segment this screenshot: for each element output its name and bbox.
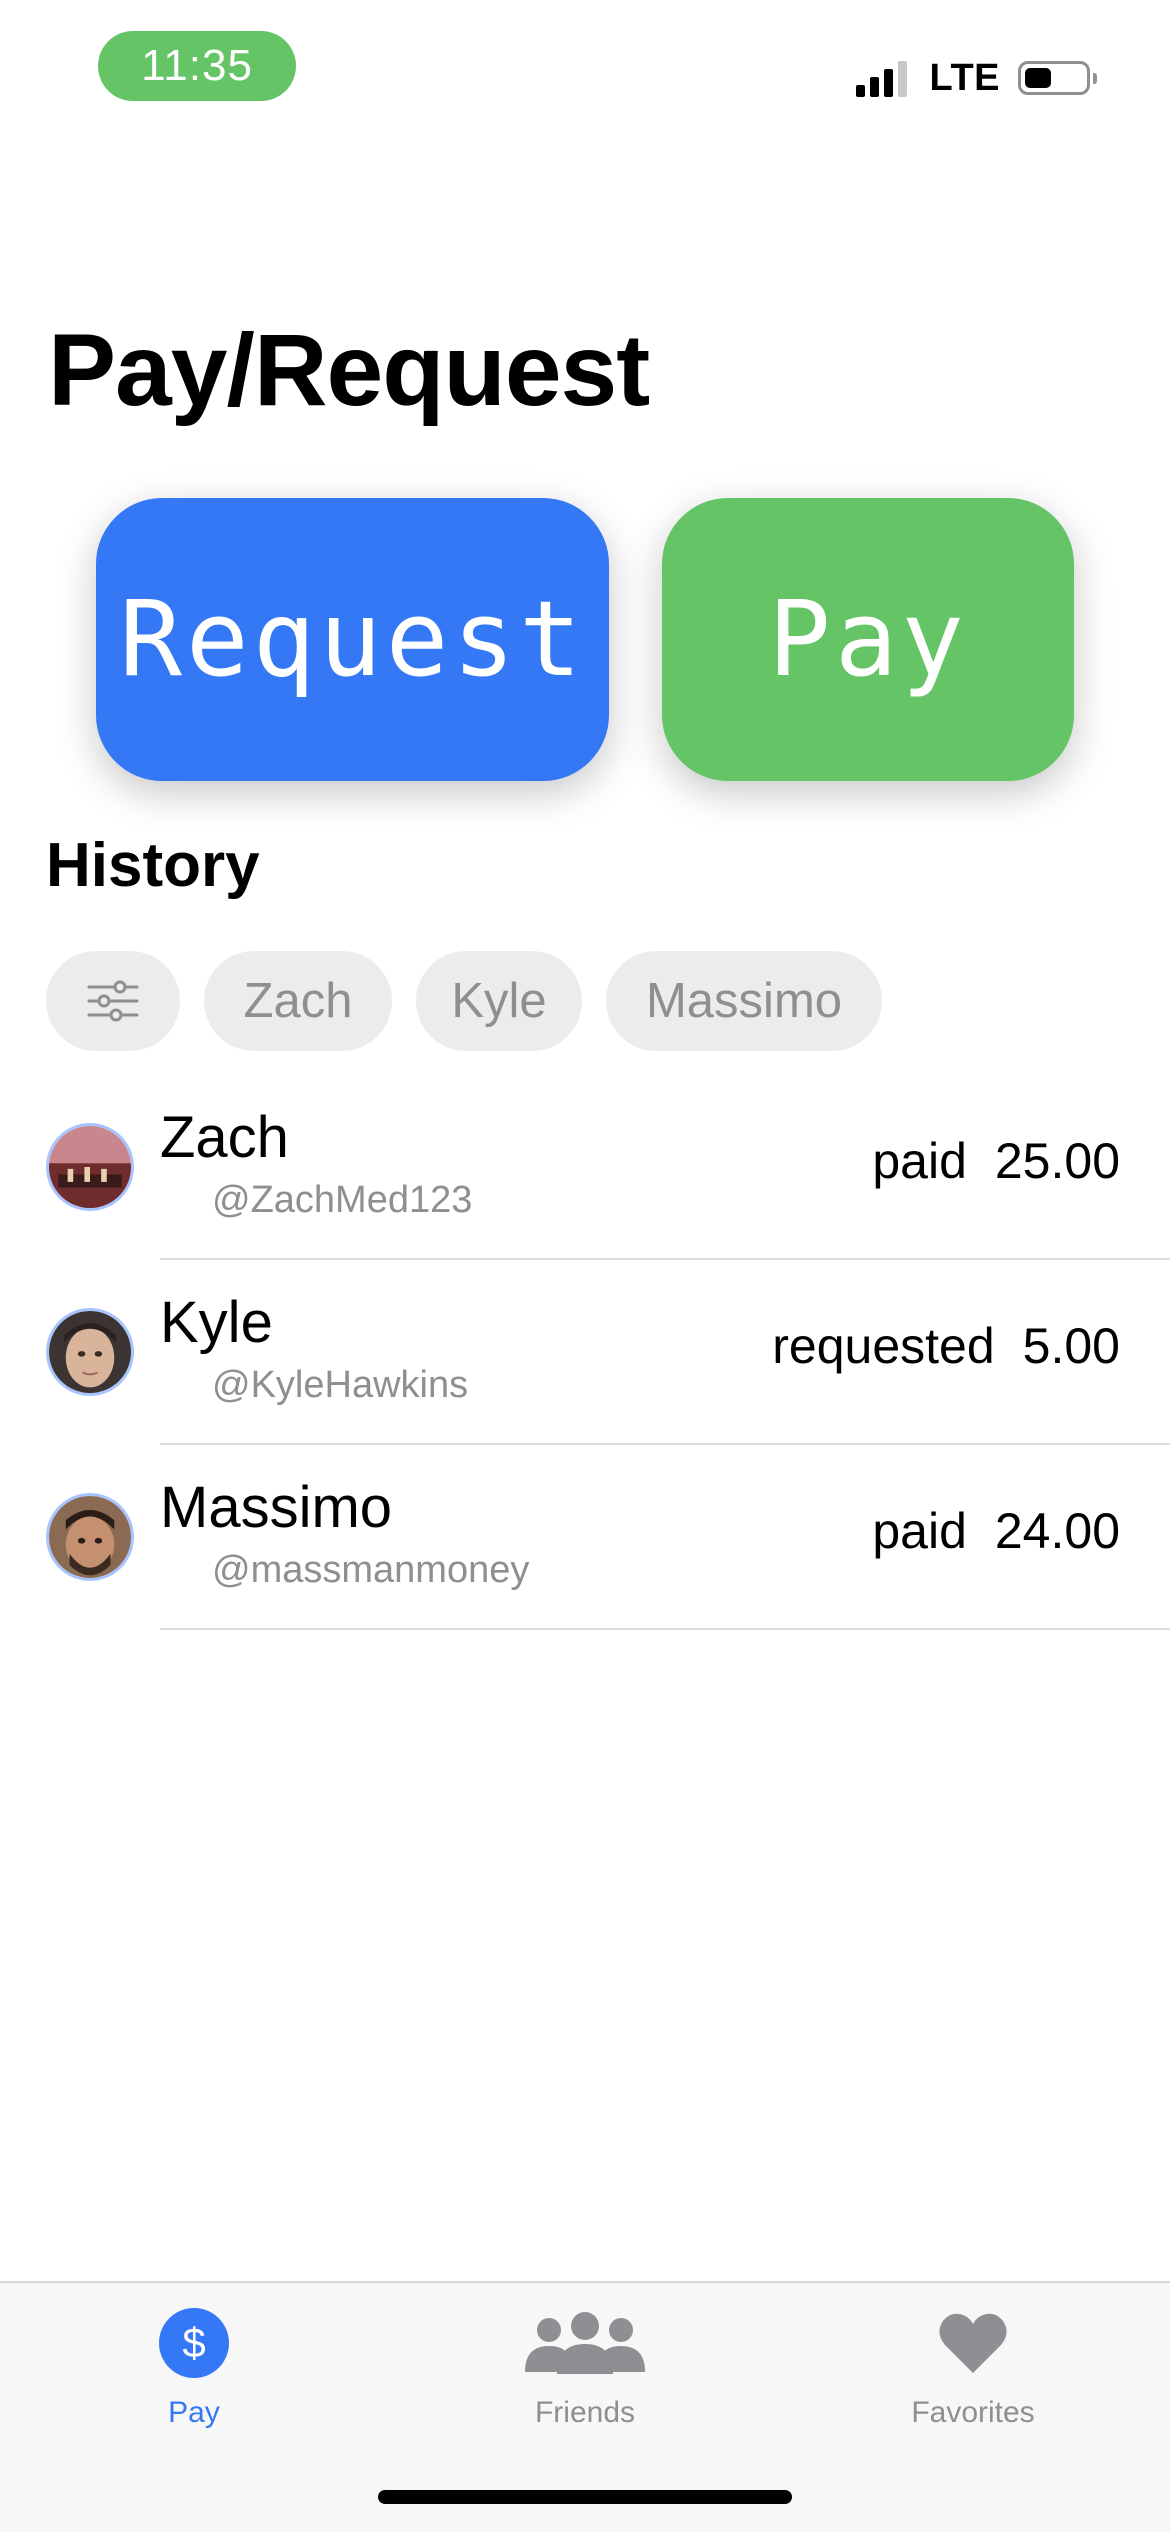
- transaction-amount: 24.00: [994, 1503, 1120, 1559]
- avatar: [46, 1493, 134, 1581]
- tab-pay[interactable]: $ Pay: [64, 2305, 324, 2433]
- tab-label: Friends: [534, 2396, 636, 2429]
- transaction-info: requested 5.00: [772, 1315, 1120, 1377]
- filter-chip-massimo[interactable]: Massimo: [606, 951, 882, 1051]
- request-button[interactable]: Request: [96, 498, 609, 781]
- people-icon: [525, 2312, 645, 2374]
- avatar-photo-icon: [49, 1311, 131, 1393]
- avatar-photo-icon: [49, 1496, 131, 1578]
- filter-button[interactable]: [46, 951, 180, 1051]
- history-list: Zach @ZachMed123 paid 25.00 Kyle @KyleHa…: [0, 1075, 1170, 1630]
- filter-chip-zach[interactable]: Zach: [204, 951, 392, 1051]
- history-filters: Zach Kyle Massimo: [46, 951, 906, 1051]
- avatar: [46, 1123, 134, 1211]
- contact-name: Kyle: [160, 1290, 273, 1355]
- history-row[interactable]: Zach @ZachMed123 paid 25.00: [0, 1075, 1170, 1260]
- history-row[interactable]: Massimo @massmanmoney paid 24.00: [0, 1445, 1170, 1630]
- home-indicator: [378, 2490, 792, 2504]
- contact-handle: @KyleHawkins: [212, 1364, 469, 1406]
- transaction-info: paid 24.00: [872, 1500, 1120, 1562]
- tab-friends[interactable]: Friends: [455, 2305, 715, 2433]
- transaction-info: paid 25.00: [872, 1130, 1120, 1192]
- battery-icon: [1018, 61, 1097, 95]
- status-bar: 11:35 LTE: [0, 0, 1170, 140]
- row-divider: [160, 1628, 1170, 1630]
- heart-icon: [939, 2313, 1007, 2373]
- transaction-amount: 25.00: [994, 1133, 1120, 1189]
- avatar: [46, 1308, 134, 1396]
- avatar-photo-icon: [49, 1126, 131, 1208]
- contact-name: Massimo: [160, 1475, 393, 1540]
- battery-level: [1025, 68, 1051, 88]
- tab-favorites[interactable]: Favorites: [843, 2305, 1103, 2433]
- contact-handle: @massmanmoney: [212, 1549, 530, 1591]
- page-title: Pay/Request: [48, 313, 650, 427]
- transaction-type: requested: [772, 1318, 995, 1374]
- dollar-icon: $: [159, 2308, 229, 2378]
- history-row[interactable]: Kyle @KyleHawkins requested 5.00: [0, 1260, 1170, 1445]
- network-label: LTE: [929, 56, 1000, 99]
- tab-label: Pay: [168, 2396, 220, 2429]
- pay-button[interactable]: Pay: [662, 498, 1074, 781]
- sliders-icon: [87, 980, 139, 1022]
- signal-icon: [855, 59, 912, 97]
- status-time: 11:35: [98, 31, 296, 101]
- status-indicators: LTE: [855, 54, 1097, 102]
- transaction-type: paid: [872, 1133, 967, 1189]
- tab-label: Favorites: [911, 2396, 1035, 2429]
- history-title: History: [46, 831, 260, 900]
- transaction-amount: 5.00: [1022, 1318, 1120, 1374]
- contact-name: Zach: [160, 1105, 289, 1170]
- filter-chip-kyle[interactable]: Kyle: [416, 951, 582, 1051]
- contact-handle: @ZachMed123: [212, 1179, 473, 1221]
- transaction-type: paid: [872, 1503, 967, 1559]
